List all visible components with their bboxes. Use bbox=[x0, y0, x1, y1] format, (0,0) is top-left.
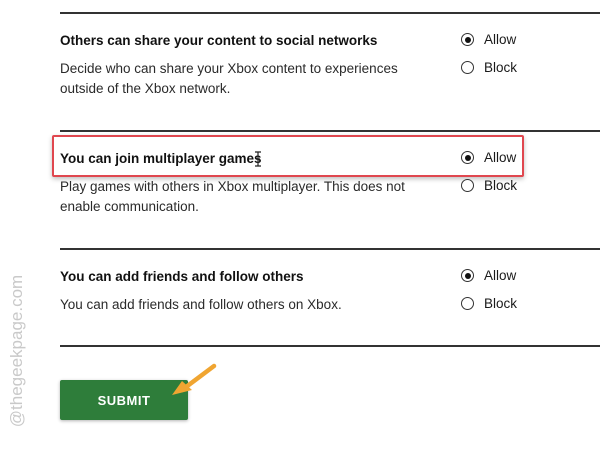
radio-friends-allow[interactable]: Allow bbox=[461, 268, 516, 283]
setting-description-multiplayer: Play games with others in Xbox multiplay… bbox=[60, 179, 405, 214]
radio-social-sharing-block[interactable]: Block bbox=[461, 60, 517, 75]
watermark: @thegeekpage.com bbox=[6, 258, 28, 444]
radio-unchecked-icon bbox=[461, 179, 474, 192]
option-label: Block bbox=[484, 178, 518, 193]
annotation-arrow-icon bbox=[172, 363, 217, 395]
option-label: Block bbox=[484, 60, 518, 75]
setting-title-friends: You can add friends and follow others bbox=[60, 269, 304, 284]
divider-3 bbox=[60, 345, 600, 347]
divider-1 bbox=[60, 130, 600, 132]
divider-top bbox=[60, 12, 600, 14]
radio-unchecked-icon bbox=[461, 61, 474, 74]
setting-description-social-sharing: Decide who can share your Xbox content t… bbox=[60, 61, 398, 96]
radio-friends-block[interactable]: Block bbox=[461, 296, 517, 311]
option-label: Allow bbox=[484, 32, 517, 47]
option-label: Allow bbox=[484, 150, 517, 165]
radio-multiplayer-allow[interactable]: Allow bbox=[461, 150, 516, 165]
radio-unchecked-icon bbox=[461, 297, 474, 310]
divider-2 bbox=[60, 248, 600, 250]
radio-checked-icon bbox=[461, 33, 474, 46]
radio-checked-icon bbox=[461, 151, 474, 164]
radio-checked-icon bbox=[461, 269, 474, 282]
text-cursor-icon bbox=[255, 151, 261, 167]
setting-title-social-sharing: Others can share your content to social … bbox=[60, 33, 378, 48]
radio-multiplayer-block[interactable]: Block bbox=[461, 178, 517, 193]
option-label: Block bbox=[484, 296, 518, 311]
setting-description-friends: You can add friends and follow others on… bbox=[60, 297, 342, 312]
setting-title-multiplayer: You can join multiplayer games bbox=[60, 151, 262, 166]
watermark-text: @thegeekpage.com bbox=[7, 274, 27, 428]
radio-social-sharing-allow[interactable]: Allow bbox=[461, 32, 516, 47]
option-label: Allow bbox=[484, 268, 517, 283]
